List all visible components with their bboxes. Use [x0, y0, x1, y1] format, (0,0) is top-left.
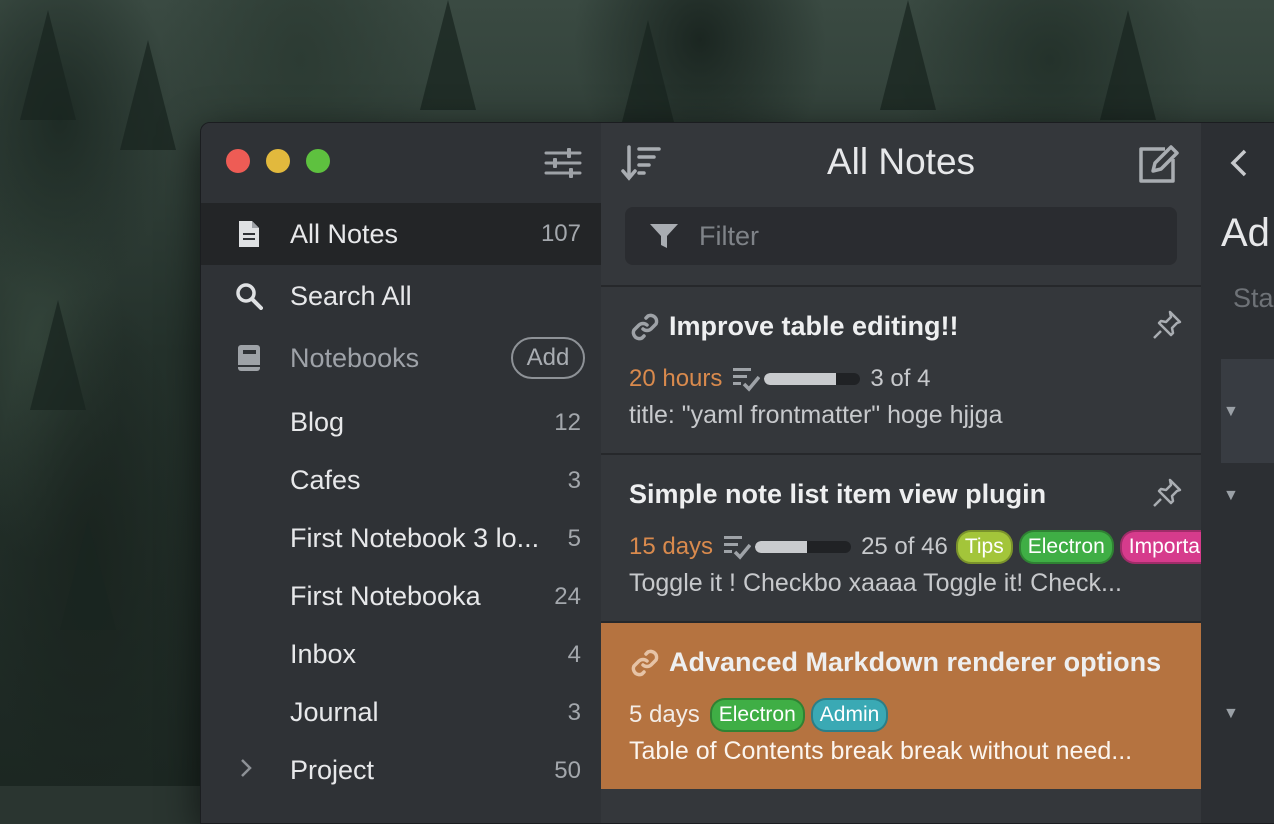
- background-tree: [880, 0, 936, 110]
- background-tree: [620, 20, 676, 130]
- notebook-count: 3: [567, 467, 581, 494]
- nav-count: 107: [540, 220, 581, 247]
- task-progress-fill: [764, 373, 837, 385]
- notebook-count: 24: [554, 583, 581, 610]
- nav-notebooks[interactable]: Notebooks Add: [201, 327, 601, 389]
- note-list-header: All Notes: [601, 123, 1201, 203]
- editor-title: Ad: [1221, 211, 1270, 255]
- note-list-pane: All Notes Filter Improve table editing!!: [601, 123, 1201, 823]
- search-icon: [235, 282, 263, 310]
- link-icon: [631, 313, 659, 341]
- background-tree: [60, 520, 116, 630]
- background-tree: [30, 300, 86, 410]
- note-meta: 15 days 25 of 46 Tips Electron Importar: [629, 530, 1201, 564]
- tag-badge[interactable]: Importar: [1119, 530, 1201, 564]
- note-date: 5 days: [629, 701, 700, 728]
- nav-label: All Notes: [290, 218, 399, 249]
- funnel-icon: [650, 224, 678, 248]
- task-progress-bar: [755, 541, 852, 553]
- notebook-label: Cafes: [290, 465, 361, 495]
- notebook-item[interactable]: Project 50: [201, 743, 601, 801]
- notebook-item[interactable]: Blog 12: [201, 395, 601, 453]
- notebook-label: Project: [290, 755, 375, 785]
- pin-icon[interactable]: [1151, 477, 1183, 509]
- file-icon: [235, 220, 263, 248]
- add-notebook-button[interactable]: Add: [511, 337, 585, 379]
- note-list-item[interactable]: Improve table editing!! 20 hours 3 of 4 …: [601, 287, 1201, 453]
- task-count: 3 of 4: [870, 365, 931, 392]
- note-meta: 5 days Electron Admin: [629, 698, 894, 732]
- notebook-label: Journal: [290, 697, 379, 727]
- notebook-item[interactable]: Journal 3: [201, 685, 601, 743]
- tag-badge[interactable]: Admin: [810, 698, 889, 732]
- pin-icon[interactable]: [1151, 309, 1183, 341]
- filter-placeholder: Filter: [699, 221, 759, 251]
- task-progress-fill: [755, 541, 807, 553]
- editor-subtitle: Sta: [1233, 283, 1274, 313]
- background-tree: [1100, 10, 1156, 120]
- notebook-item[interactable]: First Notebook 3 lo... 5: [201, 511, 601, 569]
- notebook-label: Inbox: [290, 639, 357, 669]
- note-title: Simple note list item view plugin: [629, 479, 1047, 509]
- link-icon: [631, 649, 659, 677]
- chevron-right-icon[interactable]: [239, 757, 253, 786]
- task-list-icon: [733, 368, 761, 392]
- notebook-count: 50: [554, 757, 581, 784]
- notebook-label: Blog: [290, 407, 345, 437]
- task-progress-bar: [764, 373, 861, 385]
- notebook-item[interactable]: Inbox 4: [201, 627, 601, 685]
- note-title: Advanced Markdown renderer options: [669, 647, 1162, 677]
- nav-label: Search All: [290, 280, 412, 311]
- filter-input[interactable]: Filter: [625, 207, 1177, 265]
- task-count: 25 of 46: [861, 533, 948, 560]
- note-snippet: Toggle it ! Checkbo xaaaa Toggle it! Che…: [629, 569, 1122, 597]
- task-list-icon: [724, 536, 752, 560]
- chevron-left-icon[interactable]: [1227, 147, 1251, 179]
- notebook-count: 4: [567, 641, 581, 668]
- notebook-count: 5: [567, 525, 581, 552]
- sliders-icon[interactable]: [543, 147, 583, 179]
- collapse-triangle-icon[interactable]: ▼: [1223, 403, 1239, 421]
- background-tree: [20, 10, 76, 120]
- notebook-item[interactable]: Cafes 3: [201, 453, 601, 511]
- nav-label: Notebooks: [290, 342, 420, 373]
- nav-search-all[interactable]: Search All: [201, 265, 601, 327]
- sidebar: All Notes 107 Search All Notebooks Add B…: [201, 123, 601, 823]
- note-date: 15 days: [629, 533, 714, 560]
- notebook-count: 3: [567, 699, 581, 726]
- note-meta: 20 hours 3 of 4: [629, 363, 938, 395]
- nav-all-notes[interactable]: All Notes 107: [201, 203, 601, 265]
- window-close-button[interactable]: [226, 149, 250, 173]
- window-minimize-button[interactable]: [266, 149, 290, 173]
- note-snippet: title: "yaml frontmatter" hoge hjjga: [629, 401, 1003, 429]
- editor-pane: Ad Sta ▼ ▼ ▼: [1201, 123, 1274, 823]
- app-window: All Notes 107 Search All Notebooks Add B…: [200, 122, 1274, 824]
- tag-badge[interactable]: Tips: [955, 530, 1013, 564]
- note-list-item[interactable]: Simple note list item view plugin 15 day…: [601, 455, 1201, 621]
- note-list-title: All Notes: [826, 141, 976, 182]
- notebook-item[interactable]: First Notebooka 24: [201, 569, 601, 627]
- book-icon: [235, 344, 263, 372]
- note-title: Improve table editing!!: [669, 311, 959, 341]
- notebook-label: First Notebook 3 lo...: [290, 523, 540, 553]
- note-snippet: Table of Contents break break without ne…: [629, 737, 1133, 765]
- notebook-count: 12: [554, 409, 581, 436]
- tag-badge[interactable]: Electron: [709, 698, 805, 732]
- note-date: 20 hours: [629, 365, 723, 392]
- compose-icon[interactable]: [1135, 143, 1179, 185]
- tag-badge[interactable]: Electron: [1018, 530, 1114, 564]
- background-tree: [120, 40, 176, 150]
- background-tree: [420, 0, 476, 110]
- collapse-triangle-icon[interactable]: ▼: [1223, 487, 1239, 505]
- note-list-item-selected[interactable]: Advanced Markdown renderer options 5 day…: [601, 623, 1201, 789]
- window-maximize-button[interactable]: [306, 149, 330, 173]
- notebook-label: First Notebooka: [290, 581, 481, 611]
- collapse-triangle-icon[interactable]: ▼: [1223, 705, 1239, 723]
